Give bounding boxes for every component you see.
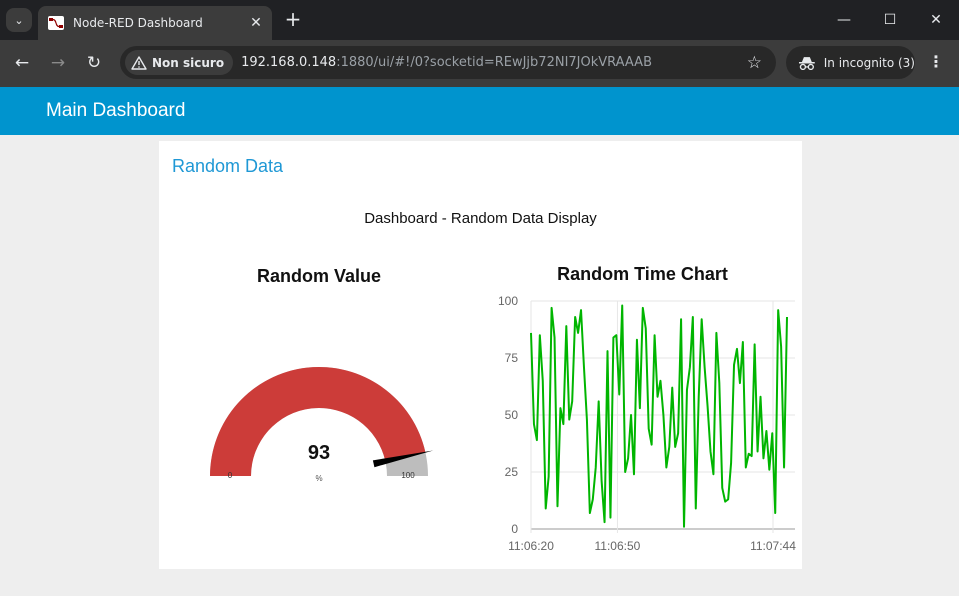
- dashboard-header: Main Dashboard: [0, 87, 959, 135]
- reload-icon: ↻: [86, 53, 102, 73]
- y-tick-label: 75: [505, 351, 519, 365]
- chart-title: Random Time Chart: [557, 264, 728, 284]
- gauge-title: Random Value: [256, 266, 382, 286]
- url-text[interactable]: 192.168.0.148:1880/ui/#!/0?socketid=REwJ…: [241, 55, 747, 70]
- tab-title: Node-RED Dashboard: [73, 16, 203, 30]
- dashboard-title: Main Dashboard: [46, 100, 186, 121]
- y-tick-label: 50: [505, 408, 519, 422]
- forward-button[interactable]: →: [46, 51, 70, 75]
- gauge-min-label: 0: [227, 471, 233, 480]
- maximize-window-button[interactable]: ☐: [875, 8, 905, 32]
- incognito-button[interactable]: In incognito (3): [786, 46, 915, 79]
- gauge-units: %: [315, 474, 323, 483]
- chart-series-line: [530, 304, 788, 528]
- warning-triangle-icon: [131, 55, 147, 70]
- reload-button[interactable]: ↻: [82, 51, 106, 75]
- x-tick-label: 11:06:50: [595, 539, 641, 553]
- node-red-favicon-icon: [48, 16, 64, 30]
- arrow-right-icon: →: [50, 53, 66, 73]
- new-tab-button[interactable]: +: [282, 8, 304, 30]
- x-tick-label: 11:07:44: [750, 539, 796, 553]
- url-path: :1880/ui/#!/0?socketid=REwJjb72NI7JOkVRA…: [336, 55, 652, 70]
- group-title: Random Data: [172, 156, 284, 176]
- arrow-left-icon: ←: [14, 53, 30, 73]
- chevron-down-icon: ⌄: [14, 13, 24, 27]
- browser-toolbar: ← → ↻ Non sicuro 192.168.0.148:1880/ui/#…: [0, 40, 959, 87]
- y-tick-label: 0: [511, 522, 518, 536]
- random-data-group: Random Data Dashboard - Random Data Disp…: [159, 141, 802, 569]
- text-widget: Dashboard - Random Data Display: [364, 210, 597, 227]
- minimize-window-button[interactable]: —: [829, 8, 859, 32]
- gauge-value: 93: [307, 442, 331, 464]
- incognito-icon: [798, 56, 815, 70]
- close-window-button[interactable]: ✕: [921, 8, 951, 32]
- security-chip-label: Non sicuro: [152, 55, 225, 70]
- back-button[interactable]: ←: [10, 51, 34, 75]
- bookmark-star-icon[interactable]: ☆: [747, 53, 762, 73]
- browser-titlebar: ⌄ Node-RED Dashboard ✕ + — ☐ ✕: [0, 0, 959, 40]
- y-tick-label: 100: [498, 294, 518, 308]
- browser-tab[interactable]: Node-RED Dashboard ✕: [38, 6, 272, 40]
- close-tab-icon[interactable]: ✕: [246, 15, 266, 31]
- browser-menu-icon[interactable]: ⋮: [926, 52, 946, 76]
- y-tick-label: 25: [505, 465, 519, 479]
- security-chip[interactable]: Non sicuro: [125, 50, 234, 75]
- x-tick-label: 11:06:20: [508, 539, 554, 553]
- gauge-max-label: 100: [401, 471, 415, 480]
- address-bar[interactable]: Non sicuro 192.168.0.148:1880/ui/#!/0?so…: [120, 46, 776, 79]
- url-host: 192.168.0.148: [241, 55, 337, 70]
- incognito-label: In incognito (3): [823, 55, 915, 70]
- random-time-chart: 0 25 50 75 100 11:06:20 11:06:50 11:07:44: [498, 294, 796, 553]
- tab-search-button[interactable]: ⌄: [6, 8, 32, 32]
